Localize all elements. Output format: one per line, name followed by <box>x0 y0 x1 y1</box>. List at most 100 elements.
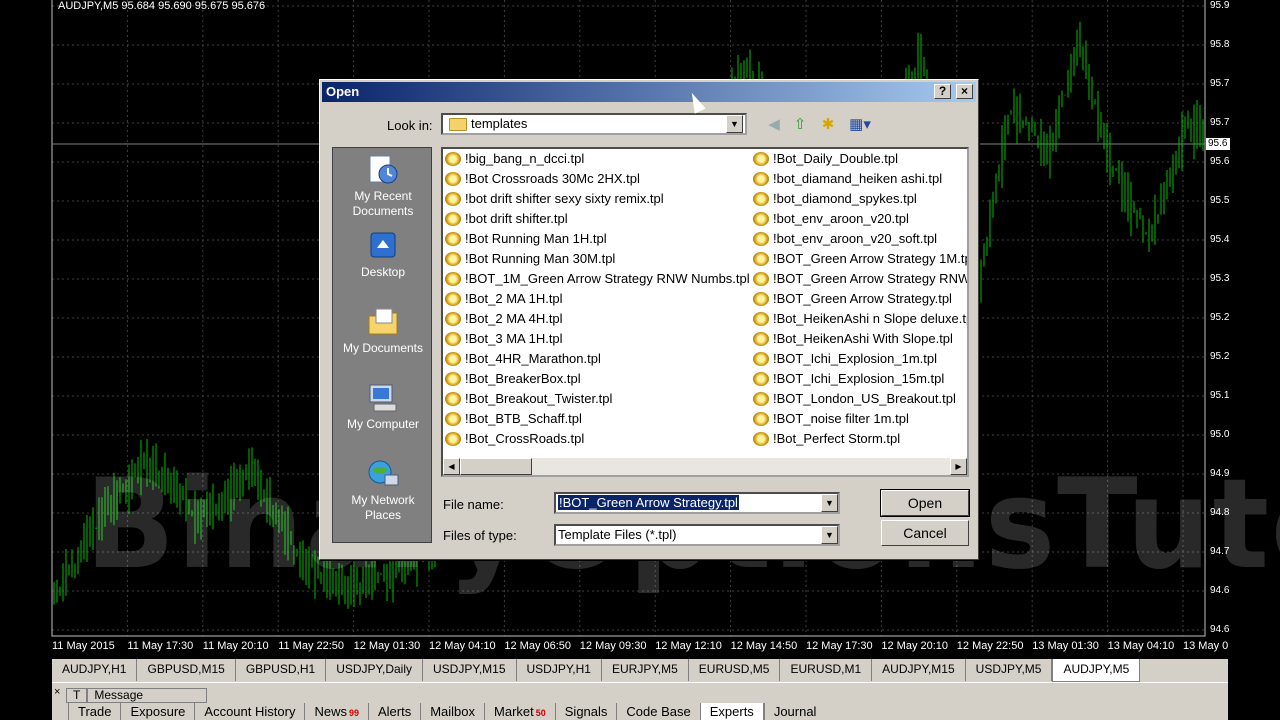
time-label: 13 May 0 <box>1183 640 1229 652</box>
file-item[interactable]: !Bot_4HR_Marathon.tpl <box>443 350 601 368</box>
count-badge: 50 <box>535 708 546 718</box>
place-my-documents[interactable]: My Documents <box>333 306 433 356</box>
new-folder-icon[interactable]: ✱ <box>818 116 838 134</box>
terminal-tab[interactable]: Trade <box>68 703 121 720</box>
file-name-input[interactable]: !BOT_Green Arrow Strategy.tpl <box>554 492 840 514</box>
file-item[interactable]: !Bot_HeikenAshi With Slope.tpl <box>751 330 953 348</box>
up-folder-icon[interactable]: ⇧ <box>790 116 810 134</box>
terminal-tab[interactable]: Code Base <box>616 703 700 720</box>
file-item-label: !bot_env_aroon_v20.tpl <box>773 211 909 226</box>
time-label: 12 May 20:10 <box>881 640 949 652</box>
file-item[interactable]: !Bot Running Man 30M.tpl <box>443 250 615 268</box>
file-item[interactable]: !BOT_Green Arrow Strategy.tpl <box>751 290 952 308</box>
scroll-left-icon[interactable]: ◀ <box>443 458 460 475</box>
symbol-tab[interactable]: USDJPY,Daily <box>326 659 424 681</box>
file-item[interactable]: !Bot_Breakout_Twister.tpl <box>443 390 612 408</box>
file-item[interactable]: !Bot_3 MA 1H.tpl <box>443 330 563 348</box>
file-list[interactable]: !Bot_Perfect Storm.tpl !BOT_noise filter … <box>441 147 969 477</box>
cancel-button[interactable]: Cancel <box>881 520 969 546</box>
look-in-combo[interactable]: templates <box>441 113 747 135</box>
file-item-label: !Bot_Daily_Double.tpl <box>773 151 899 166</box>
dialog-titlebar[interactable]: Open <box>322 82 976 102</box>
horizontal-scrollbar[interactable]: ◀ ▶ <box>443 458 967 475</box>
scroll-right-icon[interactable]: ▶ <box>950 458 967 475</box>
column-type[interactable]: T <box>66 688 88 703</box>
terminal-tab[interactable]: News 99 <box>304 703 368 720</box>
file-item[interactable]: !Bot_CrossRoads.tpl <box>443 430 584 448</box>
symbol-tab[interactable]: AUDJPY,M15 <box>872 659 966 681</box>
file-item[interactable]: !BOT_London_US_Breakout.tpl <box>751 390 956 408</box>
file-item[interactable]: !BOT_1M_Green Arrow Strategy RNW Numbs.t… <box>443 270 750 288</box>
symbol-tab[interactable]: USDJPY,M5 <box>965 659 1053 681</box>
symbol-tab[interactable]: GBPUSD,H1 <box>235 659 327 681</box>
file-item[interactable]: !Bot_BTB_Schaff.tpl <box>443 410 582 428</box>
file-item[interactable]: !BOT_Green Arrow Strategy RNW <box>751 270 967 288</box>
terminal-tab[interactable]: Account History <box>194 703 305 720</box>
file-item[interactable]: !Bot_Perfect Storm.tpl <box>751 430 900 448</box>
symbol-tab[interactable]: AUDJPY,M5 <box>1052 659 1141 682</box>
template-file-icon <box>445 432 461 446</box>
price-label: 95.7 <box>1210 117 1230 128</box>
place-desktop[interactable]: Desktop <box>333 230 433 280</box>
file-item[interactable]: !big_bang_n_dcci.tpl <box>443 150 584 168</box>
place-label: My Network Places <box>351 493 415 522</box>
file-item[interactable]: !Bot_HeikenAshi n Slope deluxe.tpl <box>751 310 967 328</box>
symbol-tab[interactable]: EURJPY,M5 <box>601 659 689 681</box>
file-item[interactable]: !Bot_BreakerBox.tpl <box>443 370 581 388</box>
look-in-dropdown-icon[interactable]: ▼ <box>726 115 743 133</box>
chart-window-tabs: AUDJPY,H1 GBPUSD,M15 GBPUSD,H1 USDJPY,Daily… <box>52 659 1228 682</box>
scroll-thumb[interactable] <box>460 458 532 475</box>
view-menu-icon[interactable]: ▦▾ <box>846 116 874 134</box>
terminal-tab[interactable]: Signals <box>554 703 617 720</box>
terminal-tab[interactable]: Market 50 <box>484 703 555 720</box>
symbol-tab[interactable]: USDJPY,M15 <box>423 659 517 681</box>
files-of-type-dropdown-icon[interactable]: ▼ <box>821 526 838 544</box>
file-item[interactable]: !Bot_2 MA 4H.tpl <box>443 310 563 328</box>
file-item[interactable]: !bot_env_aroon_v20.tpl <box>751 210 909 228</box>
terminal-close-icon[interactable]: × <box>54 686 60 698</box>
terminal-tab[interactable]: Journal <box>763 703 826 720</box>
file-item[interactable]: !bot_diamand_heiken ashi.tpl <box>751 170 942 188</box>
file-item[interactable]: !bot_diamond_spykes.tpl <box>751 190 917 208</box>
files-of-type-select[interactable]: Template Files (*.tpl) <box>554 524 840 546</box>
terminal-tab[interactable]: Mailbox <box>420 703 485 720</box>
file-item[interactable]: !bot drift shifter sexy sixty remix.tpl <box>443 190 664 208</box>
close-button[interactable]: × <box>956 84 973 99</box>
file-item[interactable]: !bot drift shifter.tpl <box>443 210 568 228</box>
time-label: 12 May 12:10 <box>655 640 722 652</box>
price-label: 94.6 <box>1210 624 1230 635</box>
file-item[interactable]: !bot_env_aroon_v20_soft.tpl <box>751 230 937 248</box>
file-item[interactable]: !BOT_Green Arrow Strategy 1M.tp <box>751 250 967 268</box>
symbol-tab[interactable]: EURUSD,M1 <box>780 659 873 681</box>
file-item[interactable]: !Bot Crossroads 30Mc 2HX.tpl <box>443 170 640 188</box>
file-item[interactable]: !BOT_Ichi_Explosion_15m.tpl <box>751 370 944 388</box>
symbol-tab[interactable]: EURUSD,M5 <box>688 659 781 681</box>
symbol-tab[interactable]: USDJPY,H1 <box>516 659 602 681</box>
file-item[interactable]: !BOT_noise filter 1m.tpl <box>751 410 909 428</box>
symbol-tab[interactable]: GBPUSD,M15 <box>137 659 236 681</box>
place-network-places[interactable]: My Network Places <box>333 458 433 523</box>
time-label: 12 May 04:10 <box>429 640 496 652</box>
file-item[interactable]: !Bot_Daily_Double.tpl <box>751 150 898 168</box>
terminal-tab-label: Signals <box>564 704 608 719</box>
place-recent-documents[interactable]: My Recent Documents <box>333 154 433 219</box>
terminal-tab[interactable]: Experts <box>699 703 764 720</box>
terminal-tab-label: Code Base <box>626 704 691 719</box>
time-label: 13 May 01:30 <box>1032 640 1099 652</box>
column-message[interactable]: Message <box>87 688 208 703</box>
back-icon[interactable]: ◀ <box>764 116 784 134</box>
file-item[interactable]: !Bot_2 MA 1H.tpl <box>443 290 563 308</box>
file-item[interactable]: !Bot Running Man 1H.tpl <box>443 230 607 248</box>
place-my-computer[interactable]: My Computer <box>333 382 433 432</box>
help-button[interactable]: ? <box>934 84 951 99</box>
terminal-tab[interactable]: Alerts <box>367 703 421 720</box>
open-button[interactable]: Open <box>881 490 969 516</box>
terminal-tab[interactable]: Exposure <box>120 703 195 720</box>
file-item[interactable]: !BOT_Ichi_Explosion_1m.tpl <box>751 350 937 368</box>
template-file-icon <box>445 312 461 326</box>
file-item-label: !BOT_1M_Green Arrow Strategy RNW Numbs.t… <box>465 271 750 286</box>
time-label: 12 May 09:30 <box>579 640 647 652</box>
file-name-dropdown-icon[interactable]: ▼ <box>821 494 838 512</box>
file-name-value: !BOT_Green Arrow Strategy.tpl <box>558 495 739 510</box>
symbol-tab[interactable]: AUDJPY,H1 <box>52 659 138 681</box>
